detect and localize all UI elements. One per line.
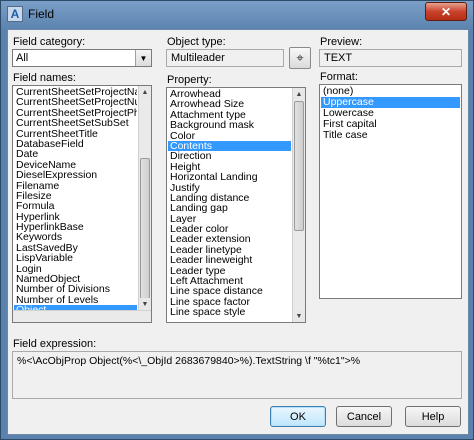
field-expression-label: Field expression: — [13, 338, 97, 350]
scroll-up-arrow-icon[interactable]: ▲ — [293, 88, 305, 100]
field-dialog-window: A Field ✕ Field category: All ▼ Object t… — [0, 0, 474, 440]
field-expression-value: %<\AcObjProp Object(%<\_ObjId 2683679840… — [17, 355, 361, 367]
cancel-button[interactable]: Cancel — [336, 406, 392, 427]
preview-value: TEXT — [324, 52, 353, 64]
format-label: Format: — [320, 71, 358, 83]
field-category-value: All — [16, 52, 29, 64]
object-type-label: Object type: — [167, 36, 226, 48]
list-item[interactable]: Title case — [321, 130, 460, 141]
object-type-field: Multileader — [166, 49, 284, 67]
scroll-up-arrow-icon[interactable]: ▲ — [139, 86, 151, 98]
preview-field: TEXT — [319, 49, 462, 67]
format-list[interactable]: (none) Uppercase Lowercase First capital Tit… — [319, 84, 462, 299]
ok-button[interactable]: OK — [270, 406, 326, 427]
scroll-down-arrow-icon[interactable]: ▼ — [139, 298, 151, 310]
field-names-label: Field names: — [13, 72, 76, 84]
list-item[interactable]: DieselExpression — [14, 170, 137, 181]
close-button[interactable]: ✕ — [425, 2, 467, 21]
property-list[interactable]: Arrowhead Arrowhead Size Attachment type Ba… — [166, 87, 306, 323]
autocad-app-icon: A — [7, 6, 23, 22]
crosshair-pick-icon: ⌖ — [296, 50, 304, 65]
select-object-button[interactable]: ⌖ — [289, 47, 311, 69]
list-item[interactable]: Line space style — [168, 307, 291, 318]
field-expression-box[interactable]: %<\AcObjProp Object(%<\_ObjId 2683679840… — [12, 351, 462, 399]
field-names-items: CurrentSheetSetProjectNameCurrentSheetSe… — [14, 87, 137, 310]
field-category-label: Field category: — [13, 36, 86, 48]
scroll-down-arrow-icon[interactable]: ▼ — [293, 310, 305, 322]
help-button[interactable]: Help — [405, 406, 461, 427]
field-names-hscrollbar[interactable] — [13, 310, 151, 322]
property-scroll-thumb[interactable] — [294, 101, 304, 231]
list-item[interactable]: CurrentSheetSetSubSet — [14, 118, 137, 129]
chevron-down-icon[interactable]: ▼ — [135, 50, 151, 66]
field-names-scrollbar[interactable]: ▲ ▼ — [138, 86, 151, 310]
property-scrollbar[interactable]: ▲ ▼ — [292, 88, 305, 322]
preview-label: Preview: — [320, 36, 363, 48]
title-bar[interactable]: A Field ✕ — [1, 1, 473, 29]
window-title: Field — [28, 7, 55, 21]
dialog-client-area: Field category: All ▼ Object type: Multi… — [7, 29, 469, 435]
field-category-dropdown[interactable]: All ▼ — [12, 49, 152, 67]
format-items: (none) Uppercase Lowercase First capital Tit… — [321, 86, 460, 298]
object-type-value: Multileader — [171, 52, 225, 64]
property-items: Arrowhead Arrowhead Size Attachment type Ba… — [168, 89, 291, 322]
list-item[interactable]: Background mask — [168, 120, 291, 131]
field-names-scroll-thumb[interactable] — [140, 158, 150, 306]
property-label: Property: — [167, 74, 212, 86]
list-item[interactable]: Horizontal Landing — [168, 172, 291, 183]
field-names-list[interactable]: CurrentSheetSetProjectNameCurrentSheetSe… — [12, 85, 152, 323]
